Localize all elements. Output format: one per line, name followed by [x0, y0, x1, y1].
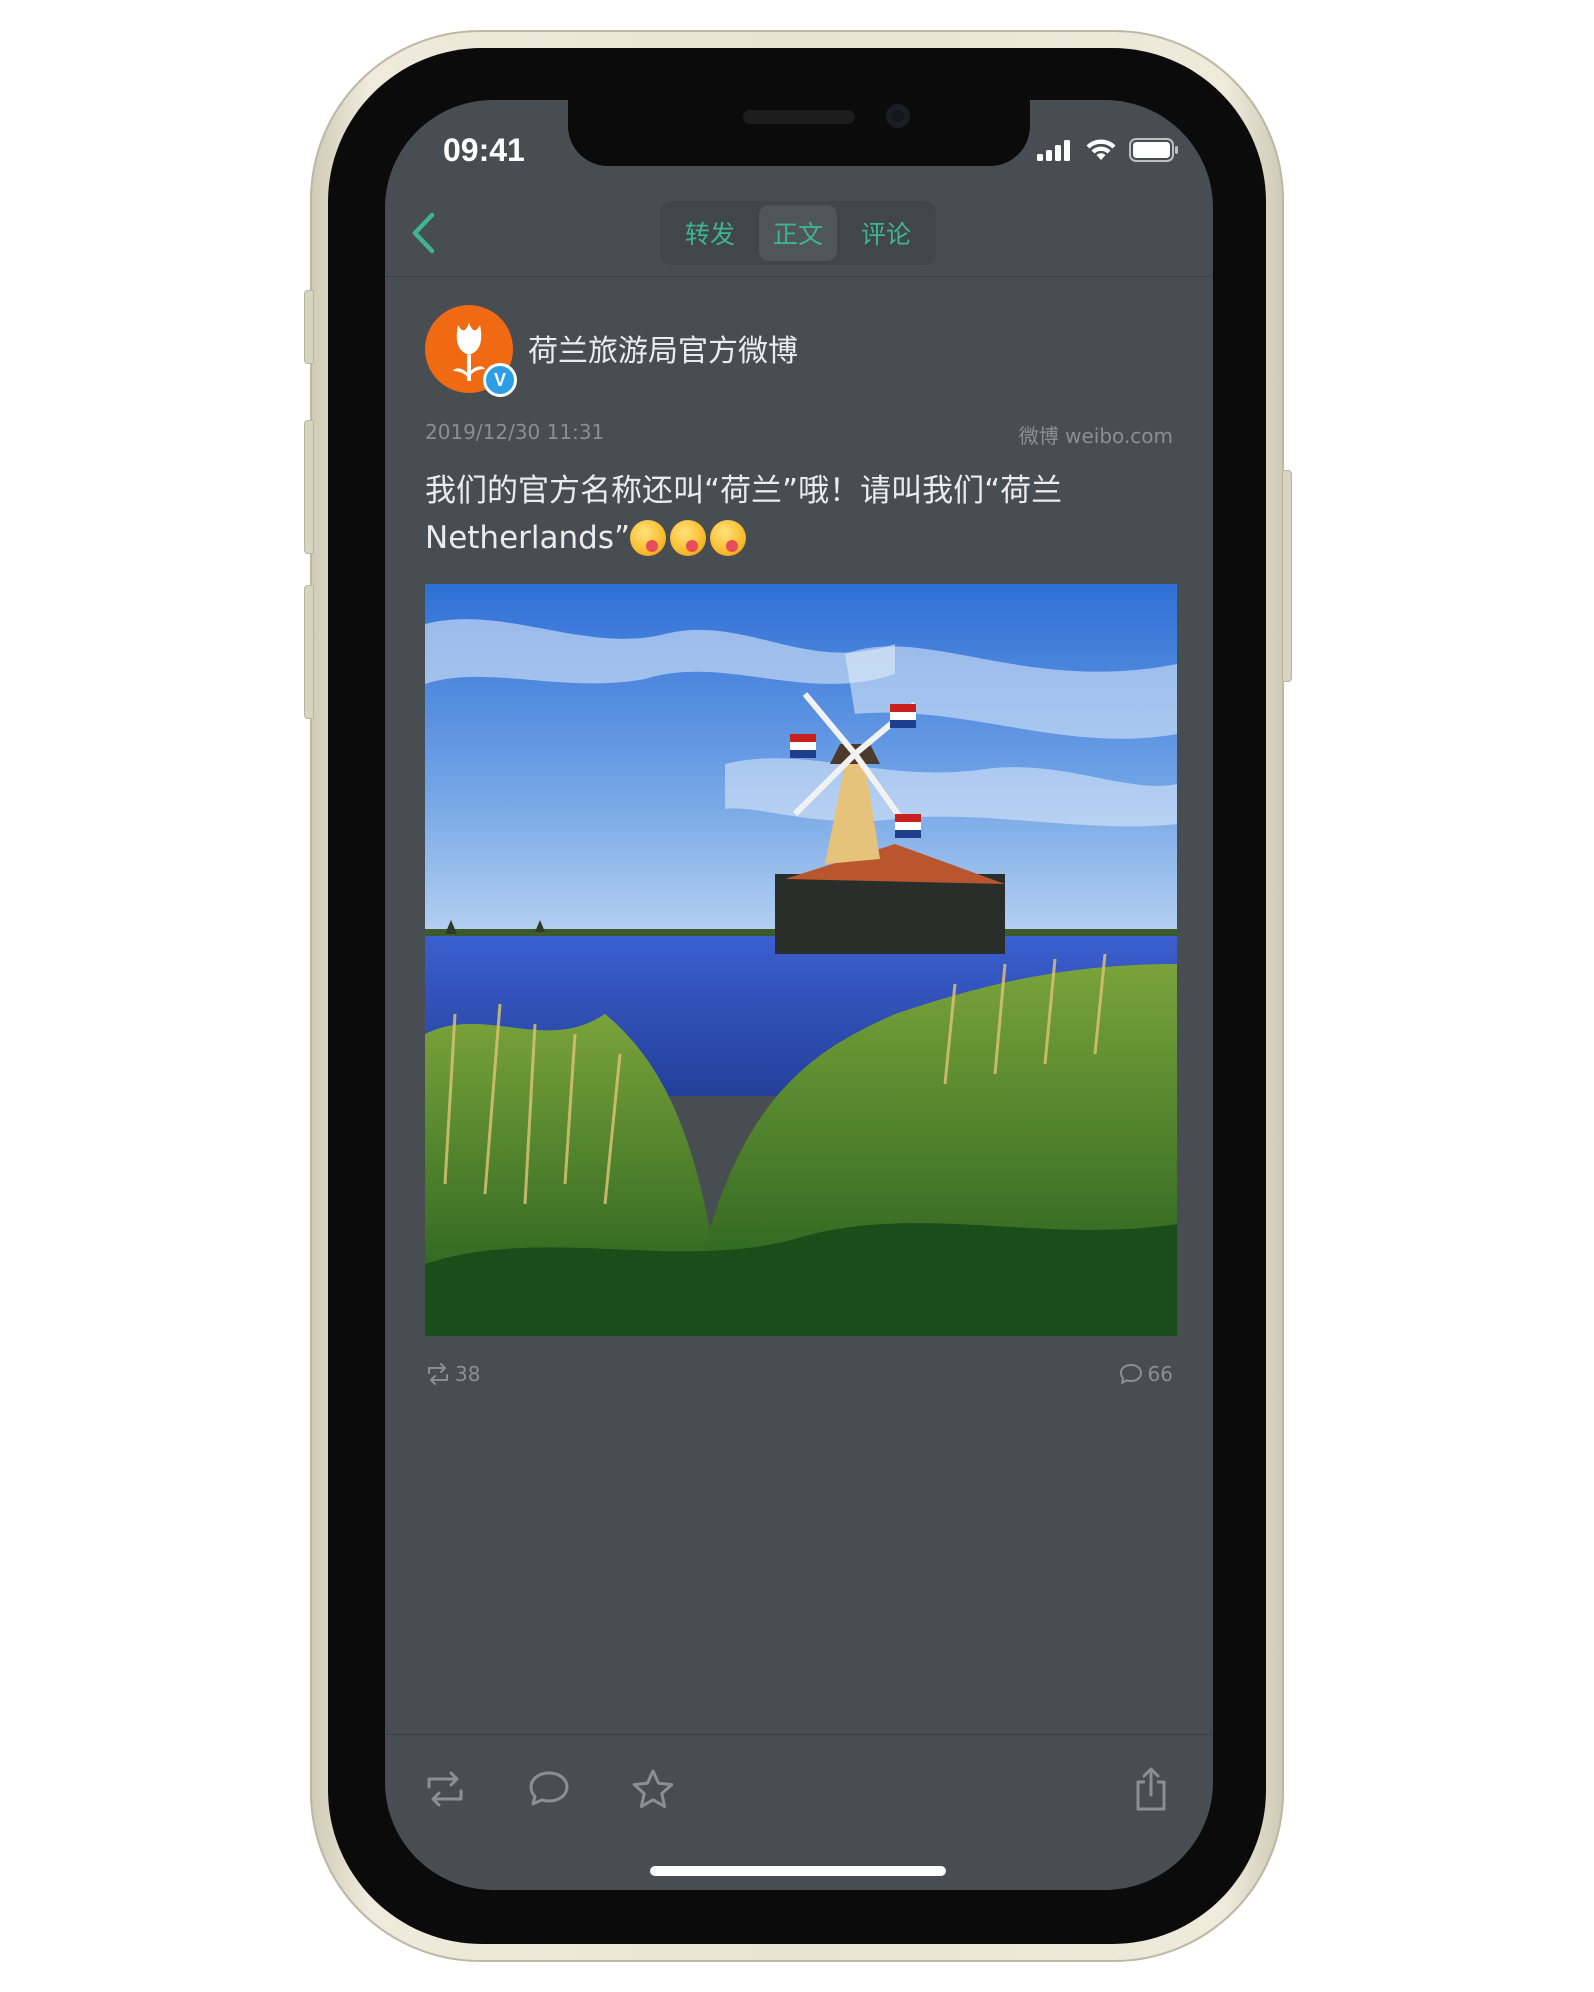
screen: 09:41 转发 正文 评论 V 荷兰旅游局官方微博 2019/12/30 11… [385, 100, 1213, 1890]
post-image[interactable] [425, 584, 1177, 1336]
tab-repost[interactable]: 转发 [671, 205, 749, 261]
home-indicator[interactable] [650, 1866, 946, 1876]
star-icon [632, 1769, 674, 1808]
repost-icon [428, 1363, 448, 1385]
comment-icon [1119, 1364, 1142, 1384]
post-text: 我们的官方名称还叫“荷兰”哦！请叫我们“荷兰Netherlands” [425, 468, 1185, 562]
emoji-icon [630, 520, 667, 556]
verified-badge: V [483, 363, 517, 397]
post-source: 微博 weibo.com [1018, 424, 1173, 448]
notch [568, 100, 1030, 166]
comment-icon [529, 1771, 569, 1806]
cellular-signal-icon [1037, 140, 1070, 161]
comment-counter[interactable]: 66 [1118, 1362, 1173, 1386]
author-name[interactable]: 荷兰旅游局官方微博 [528, 326, 798, 370]
tab-body[interactable]: 正文 [758, 205, 837, 261]
post-timestamp: 2019/12/30 11:31 [425, 420, 605, 444]
speaker-grille [743, 110, 855, 124]
back-button[interactable] [403, 208, 443, 258]
repost-icon [427, 1771, 463, 1807]
power-button [1282, 470, 1292, 682]
repost-counter[interactable]: 38 [425, 1362, 480, 1386]
status-time: 09:41 [443, 132, 525, 168]
front-camera [886, 104, 910, 128]
chevron-left-icon [412, 212, 435, 254]
volume-up-button [304, 420, 314, 554]
battery-icon [1129, 138, 1178, 162]
emoji-icon [670, 520, 707, 556]
tab-comments[interactable]: 评论 [847, 205, 925, 261]
comment-count: 66 [1147, 1362, 1173, 1386]
status-icons [1037, 138, 1179, 162]
volume-down-button [304, 585, 314, 719]
share-icon [1136, 1767, 1166, 1811]
wifi-icon [1086, 139, 1116, 160]
segmented-control: 转发 正文 评论 [660, 201, 936, 265]
share-button[interactable] [1127, 1765, 1175, 1813]
repost-count: 38 [455, 1362, 481, 1386]
comment-button[interactable] [525, 1765, 573, 1813]
repost-button[interactable] [421, 1765, 469, 1813]
favorite-button[interactable] [629, 1765, 677, 1813]
mute-switch [304, 290, 314, 364]
nav-bar: 转发 正文 评论 [385, 190, 1213, 277]
emoji-icon [710, 520, 747, 556]
